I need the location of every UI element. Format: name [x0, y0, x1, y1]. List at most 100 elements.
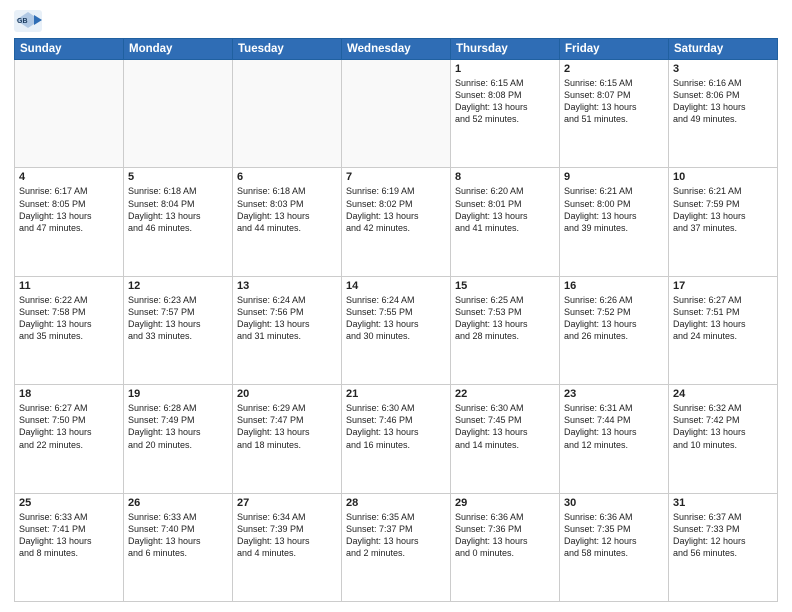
calendar-cell: 19 Sunrise: 6:28 AM Sunset: 7:49 PM Dayli… [124, 385, 233, 493]
cell-info: Sunrise: 6:20 AM Sunset: 8:01 PM Dayligh… [455, 185, 555, 234]
cell-info: Sunrise: 6:34 AM Sunset: 7:39 PM Dayligh… [237, 511, 337, 560]
cell-info: Sunrise: 6:33 AM Sunset: 7:41 PM Dayligh… [19, 511, 119, 560]
cell-info: Sunrise: 6:15 AM Sunset: 8:08 PM Dayligh… [455, 77, 555, 126]
week-row-4: 18 Sunrise: 6:27 AM Sunset: 7:50 PM Dayli… [15, 385, 778, 493]
cell-info: Sunrise: 6:23 AM Sunset: 7:57 PM Dayligh… [128, 294, 228, 343]
day-number: 27 [237, 497, 337, 509]
day-number: 19 [128, 388, 228, 400]
day-number: 2 [564, 63, 664, 75]
calendar-page: GB SundayMondayTuesdayWednesdayThursdayF… [0, 0, 792, 612]
day-number: 1 [455, 63, 555, 75]
calendar-cell: 16 Sunrise: 6:26 AM Sunset: 7:52 PM Dayli… [560, 276, 669, 384]
weekday-header-sunday: Sunday [15, 39, 124, 60]
calendar-cell: 21 Sunrise: 6:30 AM Sunset: 7:46 PM Dayli… [342, 385, 451, 493]
cell-info: Sunrise: 6:24 AM Sunset: 7:55 PM Dayligh… [346, 294, 446, 343]
calendar-cell [124, 60, 233, 168]
day-number: 9 [564, 171, 664, 183]
calendar-cell: 2 Sunrise: 6:15 AM Sunset: 8:07 PM Daylig… [560, 60, 669, 168]
calendar-cell: 5Sunrise: 6:18 AM Sunset: 8:04 PM Daylig… [124, 168, 233, 276]
cell-info: Sunrise: 6:30 AM Sunset: 7:45 PM Dayligh… [455, 402, 555, 451]
cell-info: Sunrise: 6:36 AM Sunset: 7:35 PM Dayligh… [564, 511, 664, 560]
cell-info: Sunrise: 6:35 AM Sunset: 7:37 PM Dayligh… [346, 511, 446, 560]
day-number: 23 [564, 388, 664, 400]
calendar-table: SundayMondayTuesdayWednesdayThursdayFrid… [14, 38, 778, 602]
day-number: 6 [237, 171, 337, 183]
calendar-cell: 31 Sunrise: 6:37 AM Sunset: 7:33 PM Dayli… [669, 493, 778, 601]
calendar-cell: 24Sunrise: 6:32 AM Sunset: 7:42 PM Dayli… [669, 385, 778, 493]
week-row-5: 25Sunrise: 6:33 AM Sunset: 7:41 PM Dayli… [15, 493, 778, 601]
day-number: 20 [237, 388, 337, 400]
cell-info: Sunrise: 6:18 AM Sunset: 8:04 PM Dayligh… [128, 185, 228, 234]
calendar-cell [342, 60, 451, 168]
calendar-cell: 15Sunrise: 6:25 AM Sunset: 7:53 PM Dayli… [451, 276, 560, 384]
calendar-cell: 8 Sunrise: 6:20 AM Sunset: 8:01 PM Daylig… [451, 168, 560, 276]
calendar-cell: 25Sunrise: 6:33 AM Sunset: 7:41 PM Dayli… [15, 493, 124, 601]
day-number: 8 [455, 171, 555, 183]
calendar-cell: 10 Sunrise: 6:21 AM Sunset: 7:59 PM Dayli… [669, 168, 778, 276]
cell-info: Sunrise: 6:26 AM Sunset: 7:52 PM Dayligh… [564, 294, 664, 343]
calendar-cell: 3 Sunrise: 6:16 AM Sunset: 8:06 PM Daylig… [669, 60, 778, 168]
day-number: 15 [455, 280, 555, 292]
day-number: 26 [128, 497, 228, 509]
cell-info: Sunrise: 6:37 AM Sunset: 7:33 PM Dayligh… [673, 511, 773, 560]
calendar-cell: 18 Sunrise: 6:27 AM Sunset: 7:50 PM Dayli… [15, 385, 124, 493]
calendar-cell: 22 Sunrise: 6:30 AM Sunset: 7:45 PM Dayli… [451, 385, 560, 493]
day-number: 31 [673, 497, 773, 509]
cell-info: Sunrise: 6:27 AM Sunset: 7:50 PM Dayligh… [19, 402, 119, 451]
calendar-cell: 29Sunrise: 6:36 AM Sunset: 7:36 PM Dayli… [451, 493, 560, 601]
calendar-cell [15, 60, 124, 168]
calendar-cell: 23 Sunrise: 6:31 AM Sunset: 7:44 PM Dayli… [560, 385, 669, 493]
cell-info: Sunrise: 6:18 AM Sunset: 8:03 PM Dayligh… [237, 185, 337, 234]
day-number: 12 [128, 280, 228, 292]
day-number: 7 [346, 171, 446, 183]
cell-info: Sunrise: 6:21 AM Sunset: 7:59 PM Dayligh… [673, 185, 773, 234]
cell-info: Sunrise: 6:28 AM Sunset: 7:49 PM Dayligh… [128, 402, 228, 451]
weekday-header-saturday: Saturday [669, 39, 778, 60]
cell-info: Sunrise: 6:17 AM Sunset: 8:05 PM Dayligh… [19, 185, 119, 234]
calendar-cell: 28Sunrise: 6:35 AM Sunset: 7:37 PM Dayli… [342, 493, 451, 601]
day-number: 17 [673, 280, 773, 292]
calendar-cell: 6 Sunrise: 6:18 AM Sunset: 8:03 PM Daylig… [233, 168, 342, 276]
weekday-header-tuesday: Tuesday [233, 39, 342, 60]
cell-info: Sunrise: 6:22 AM Sunset: 7:58 PM Dayligh… [19, 294, 119, 343]
cell-info: Sunrise: 6:15 AM Sunset: 8:07 PM Dayligh… [564, 77, 664, 126]
day-number: 30 [564, 497, 664, 509]
calendar-cell: 12 Sunrise: 6:23 AM Sunset: 7:57 PM Dayli… [124, 276, 233, 384]
calendar-cell: 27 Sunrise: 6:34 AM Sunset: 7:39 PM Dayli… [233, 493, 342, 601]
cell-info: Sunrise: 6:33 AM Sunset: 7:40 PM Dayligh… [128, 511, 228, 560]
calendar-cell: 1 Sunrise: 6:15 AM Sunset: 8:08 PM Daylig… [451, 60, 560, 168]
cell-info: Sunrise: 6:16 AM Sunset: 8:06 PM Dayligh… [673, 77, 773, 126]
calendar-cell: 14Sunrise: 6:24 AM Sunset: 7:55 PM Dayli… [342, 276, 451, 384]
weekday-header-thursday: Thursday [451, 39, 560, 60]
calendar-cell: 7 Sunrise: 6:19 AM Sunset: 8:02 PM Daylig… [342, 168, 451, 276]
day-number: 22 [455, 388, 555, 400]
week-row-2: 4Sunrise: 6:17 AM Sunset: 8:05 PM Daylig… [15, 168, 778, 276]
calendar-cell: 30 Sunrise: 6:36 AM Sunset: 7:35 PM Dayli… [560, 493, 669, 601]
weekday-header-monday: Monday [124, 39, 233, 60]
week-row-1: 1 Sunrise: 6:15 AM Sunset: 8:08 PM Daylig… [15, 60, 778, 168]
logo: GB [14, 10, 46, 32]
logo-icon: GB [14, 10, 42, 32]
svg-text:GB: GB [17, 18, 28, 25]
day-number: 3 [673, 63, 773, 75]
day-number: 10 [673, 171, 773, 183]
day-number: 21 [346, 388, 446, 400]
calendar-cell: 4Sunrise: 6:17 AM Sunset: 8:05 PM Daylig… [15, 168, 124, 276]
calendar-body: 1 Sunrise: 6:15 AM Sunset: 8:08 PM Daylig… [15, 60, 778, 602]
cell-info: Sunrise: 6:30 AM Sunset: 7:46 PM Dayligh… [346, 402, 446, 451]
weekday-header-row: SundayMondayTuesdayWednesdayThursdayFrid… [15, 39, 778, 60]
cell-info: Sunrise: 6:24 AM Sunset: 7:56 PM Dayligh… [237, 294, 337, 343]
calendar-cell: 9Sunrise: 6:21 AM Sunset: 8:00 PM Daylig… [560, 168, 669, 276]
day-number: 13 [237, 280, 337, 292]
day-number: 18 [19, 388, 119, 400]
cell-info: Sunrise: 6:19 AM Sunset: 8:02 PM Dayligh… [346, 185, 446, 234]
day-number: 16 [564, 280, 664, 292]
calendar-cell: 17 Sunrise: 6:27 AM Sunset: 7:51 PM Dayli… [669, 276, 778, 384]
cell-info: Sunrise: 6:31 AM Sunset: 7:44 PM Dayligh… [564, 402, 664, 451]
day-number: 11 [19, 280, 119, 292]
calendar-cell: 13 Sunrise: 6:24 AM Sunset: 7:56 PM Dayli… [233, 276, 342, 384]
cell-info: Sunrise: 6:27 AM Sunset: 7:51 PM Dayligh… [673, 294, 773, 343]
day-number: 29 [455, 497, 555, 509]
cell-info: Sunrise: 6:32 AM Sunset: 7:42 PM Dayligh… [673, 402, 773, 451]
calendar-cell: 11 Sunrise: 6:22 AM Sunset: 7:58 PM Dayli… [15, 276, 124, 384]
